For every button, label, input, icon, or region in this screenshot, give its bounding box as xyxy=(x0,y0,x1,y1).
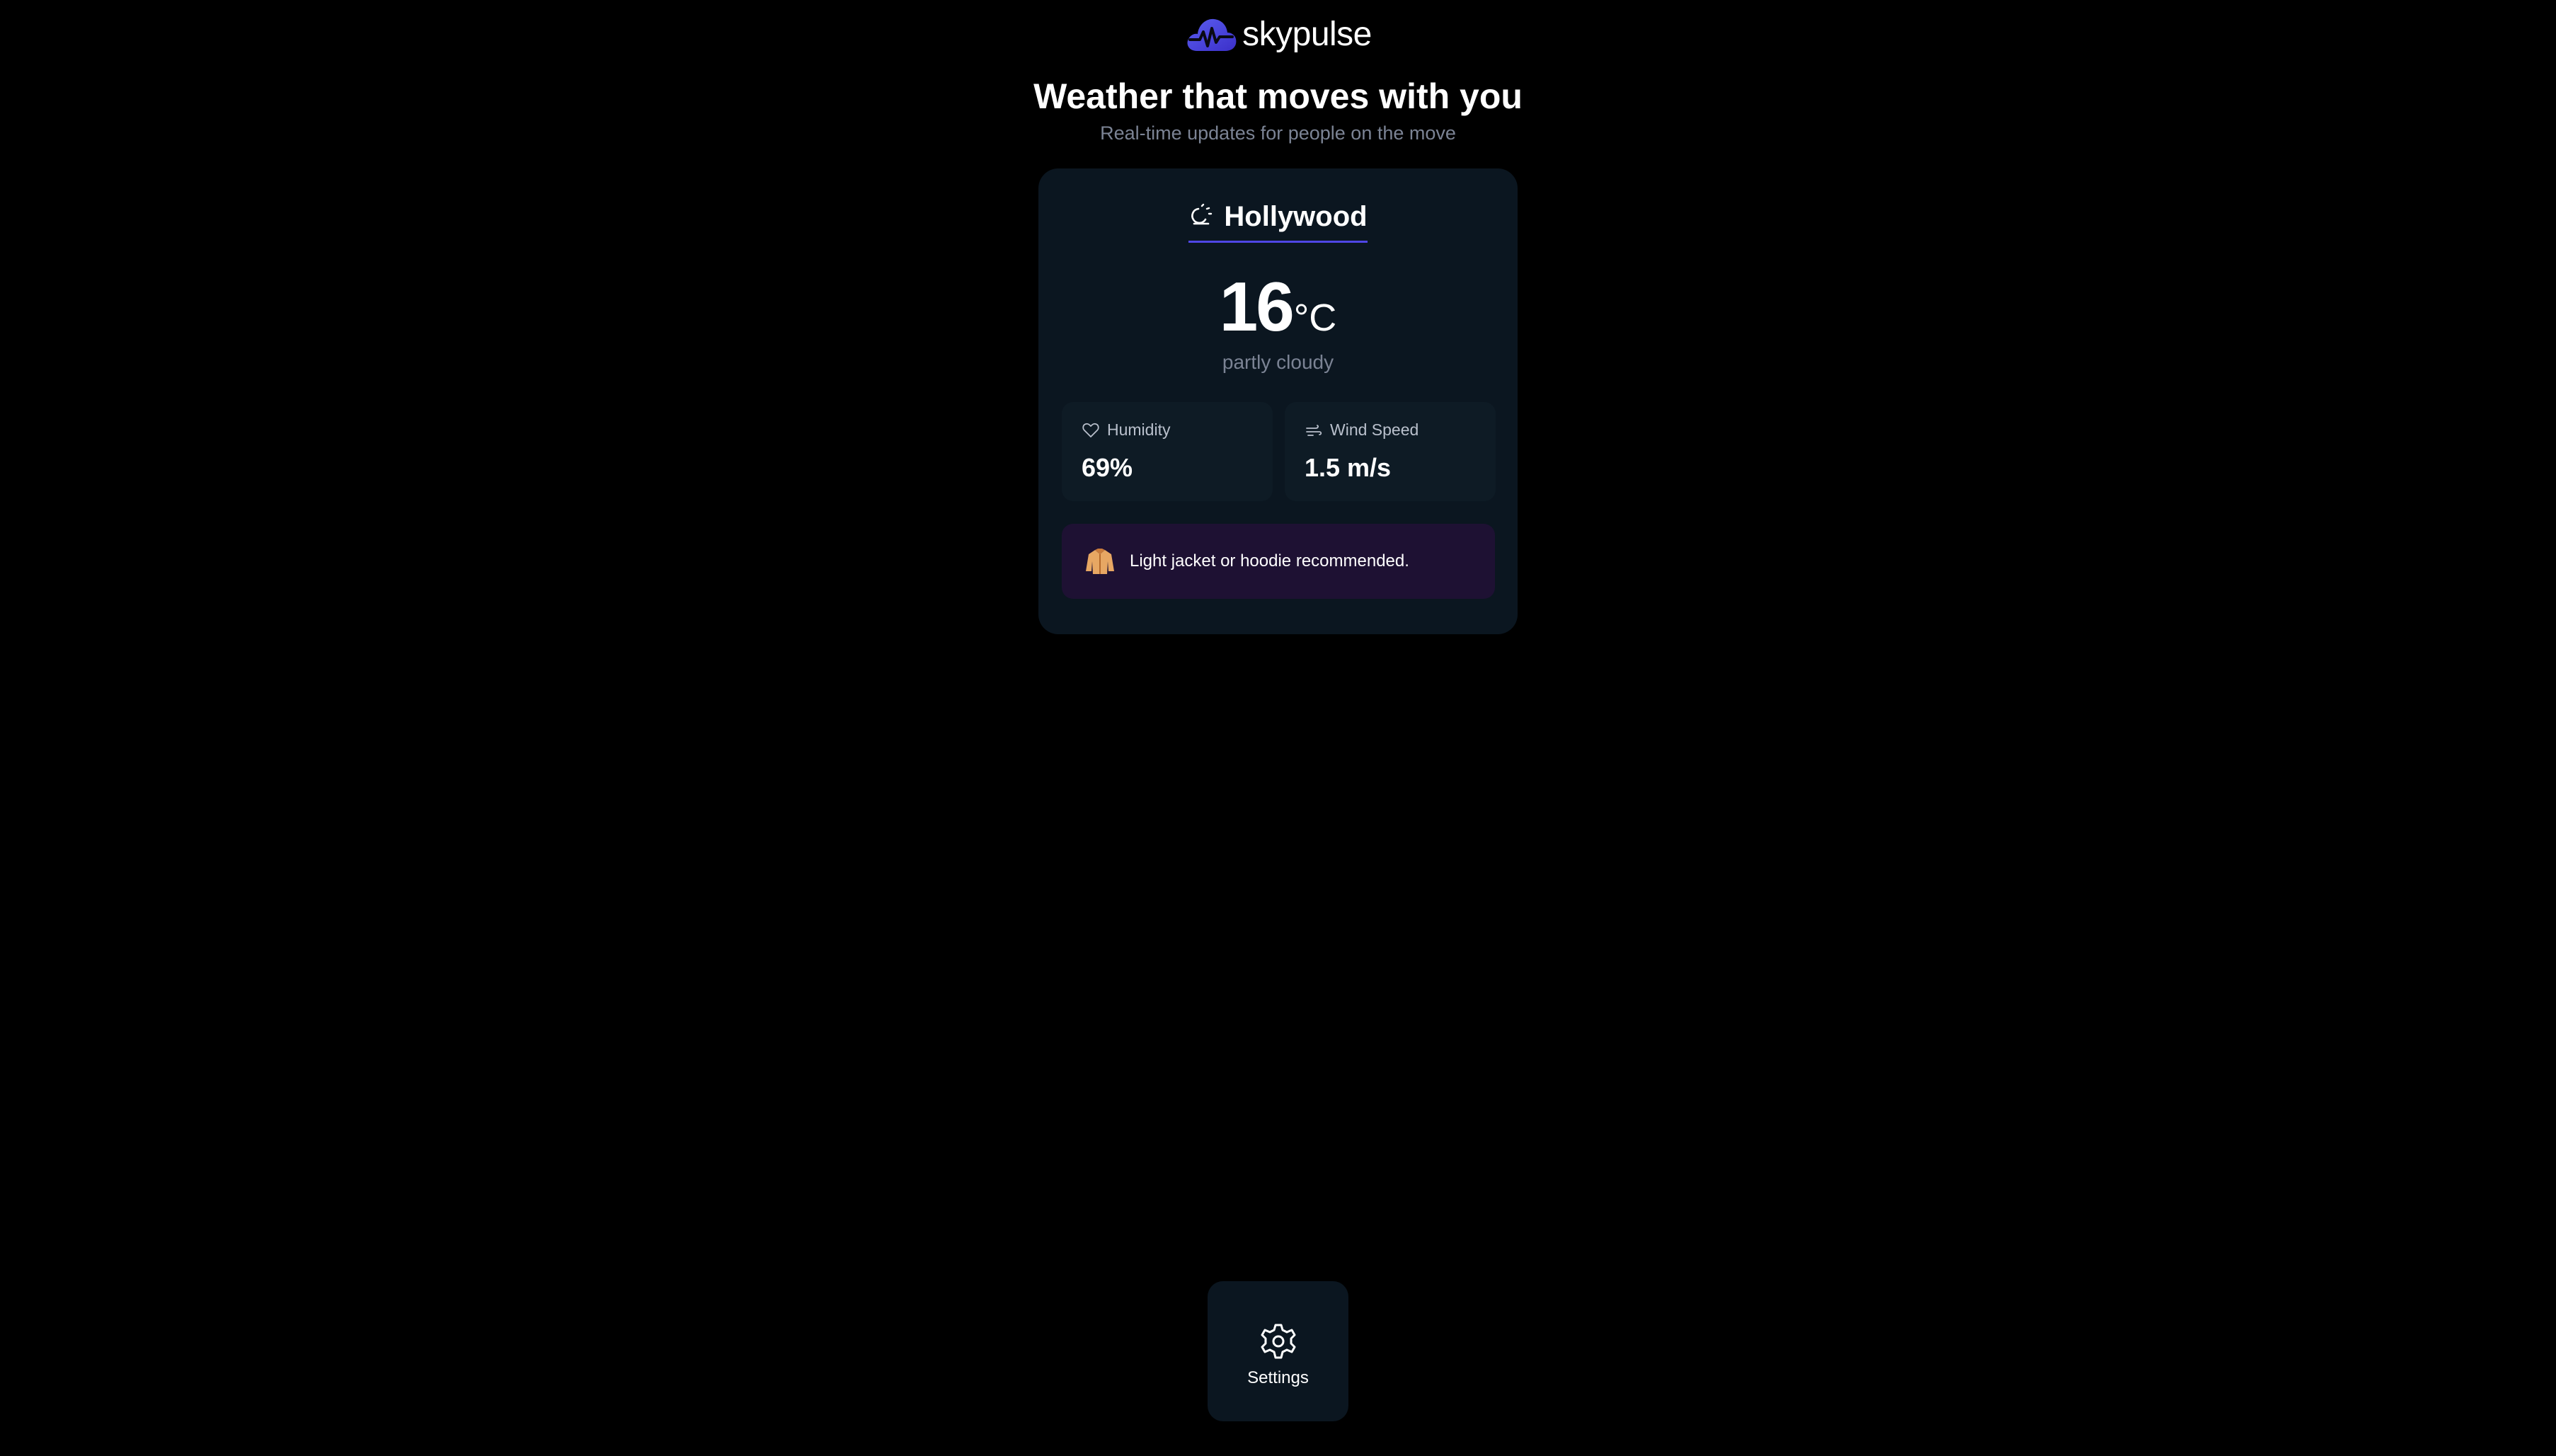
cloud-pulse-icon xyxy=(1187,18,1237,52)
clothing-advice-text: Light jacket or hoodie recommended. xyxy=(1130,551,1409,571)
temperature-display: 16 °C xyxy=(1038,268,1518,345)
brand-logo: skypulse xyxy=(0,13,2556,55)
weather-card: Hollywood 16 °C partly cloudy Humidity 6… xyxy=(1038,168,1518,634)
page-subtitle: Real-time updates for people on the move xyxy=(1100,122,1456,144)
city-name: Hollywood xyxy=(1224,201,1368,232)
humidity-tile: Humidity 69% xyxy=(1062,402,1273,501)
city-header: Hollywood xyxy=(1038,200,1518,243)
jacket-icon xyxy=(1086,549,1114,574)
settings-button[interactable]: Settings xyxy=(1208,1281,1348,1421)
weather-condition: partly cloudy xyxy=(1222,351,1334,373)
temperature-unit: °C xyxy=(1293,297,1337,339)
wind-icon xyxy=(1306,424,1322,436)
heart-icon xyxy=(1082,423,1099,437)
humidity-header: Humidity xyxy=(1082,420,1170,440)
wind-speed-label: Wind Speed xyxy=(1330,420,1419,439)
wind-speed-value: 1.5 m/s xyxy=(1305,453,1392,482)
humidity-label: Humidity xyxy=(1107,420,1171,439)
settings-label: Settings xyxy=(1247,1368,1309,1387)
temperature-value: 16 xyxy=(1219,268,1295,345)
city-title: Hollywood xyxy=(1188,200,1368,243)
gear-icon xyxy=(1261,1324,1295,1359)
page-title: Weather that moves with you xyxy=(1033,76,1523,116)
wind-speed-tile: Wind Speed 1.5 m/s xyxy=(1285,402,1496,501)
weather-app: skypulse Weather that moves with you Rea… xyxy=(0,0,2556,1456)
humidity-value: 69% xyxy=(1082,453,1133,482)
partly-cloudy-icon xyxy=(1191,203,1213,225)
clothing-advice: Light jacket or hoodie recommended. xyxy=(1062,524,1495,599)
wind-speed-header: Wind Speed xyxy=(1305,420,1419,440)
brand-name: skypulse xyxy=(1242,15,1372,53)
